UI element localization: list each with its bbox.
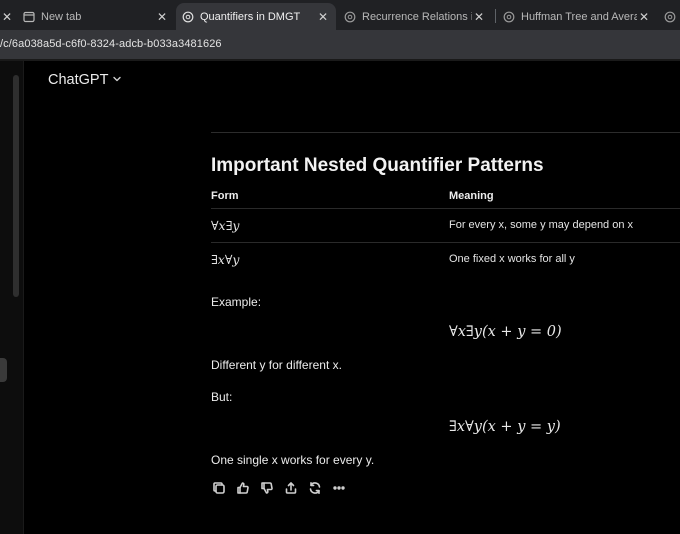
tab-title: New tab <box>41 10 82 23</box>
example-label: Example: <box>211 295 262 309</box>
section-divider <box>211 132 680 133</box>
equation-2: ∃x∀y(x + y = y) <box>449 419 561 435</box>
tab-separator <box>495 9 496 23</box>
chatgpt-icon <box>344 11 356 23</box>
chatgpt-icon <box>503 11 515 23</box>
message-actions <box>211 480 347 496</box>
tab-title: Recurrence Relations in DMG <box>362 10 472 23</box>
chatgpt-icon <box>182 11 194 23</box>
section-heading: Important Nested Quantifier Patterns <box>211 155 544 176</box>
chatgpt-icon <box>664 11 676 23</box>
address-bar[interactable]: /c/6a038a5d-c6f0-8324-adcb-b033a3481626 <box>0 30 680 59</box>
table-cell-meaning: One fixed x works for all y <box>449 253 575 265</box>
share-icon[interactable] <box>283 480 299 496</box>
tab-title: Quantifiers in DMGT <box>200 10 301 23</box>
new-tab-icon <box>23 11 35 23</box>
tab-partial-left[interactable]: ✕ <box>0 3 14 30</box>
chevron-down-icon <box>112 72 122 88</box>
toolbar-divider <box>0 59 680 61</box>
tab-huffman[interactable]: Huffman Tree and Average ✕ <box>497 3 657 30</box>
tab-recurrence[interactable]: Recurrence Relations in DMG ✕ <box>338 3 492 30</box>
sidebar-scrollbar[interactable] <box>13 75 19 297</box>
model-selector[interactable]: ChatGPT <box>48 72 122 88</box>
table-header-meaning: Meaning <box>449 190 494 202</box>
tab-new-tab[interactable]: New tab ✕ <box>17 3 175 30</box>
copy-icon[interactable] <box>211 480 227 496</box>
table-header-form: Form <box>211 190 239 202</box>
tab-strip: ✕ New tab ✕ Quantifiers in DMGT ✕ Recurr… <box>0 0 680 30</box>
paragraph-different-y: Different y for different x. <box>211 358 342 372</box>
tab-quantifiers[interactable]: Quantifiers in DMGT ✕ <box>176 3 336 30</box>
table-cell-meaning: For every x, some y may depend on x <box>449 219 634 231</box>
tab-partial-right[interactable] <box>658 3 680 30</box>
paragraph-single-x: One single x works for every y. <box>211 453 375 467</box>
sidebar-toggle-handle[interactable] <box>0 358 7 382</box>
thumbs-down-icon[interactable] <box>259 480 275 496</box>
sidebar <box>0 61 24 534</box>
equation-1: ∀x∃y(x + y = 0) <box>449 324 562 340</box>
close-icon[interactable]: ✕ <box>316 10 330 24</box>
tab-title: Huffman Tree and Average <box>521 10 637 23</box>
table-header-divider <box>211 208 680 209</box>
close-icon[interactable]: ✕ <box>637 10 651 24</box>
url-text[interactable]: /c/6a038a5d-c6f0-8324-adcb-b033a3481626 <box>0 30 222 59</box>
model-label: ChatGPT <box>48 72 109 88</box>
regenerate-icon[interactable] <box>307 480 323 496</box>
table-row-divider <box>211 242 680 243</box>
thumbs-up-icon[interactable] <box>235 480 251 496</box>
close-icon[interactable]: ✕ <box>472 10 486 24</box>
but-label: But: <box>211 390 233 404</box>
table-cell-form: ∃x∀y <box>211 252 240 267</box>
close-icon[interactable]: ✕ <box>0 10 14 24</box>
close-icon[interactable]: ✕ <box>155 10 169 24</box>
more-icon[interactable] <box>331 480 347 496</box>
table-cell-form: ∀x∃y <box>211 218 240 233</box>
